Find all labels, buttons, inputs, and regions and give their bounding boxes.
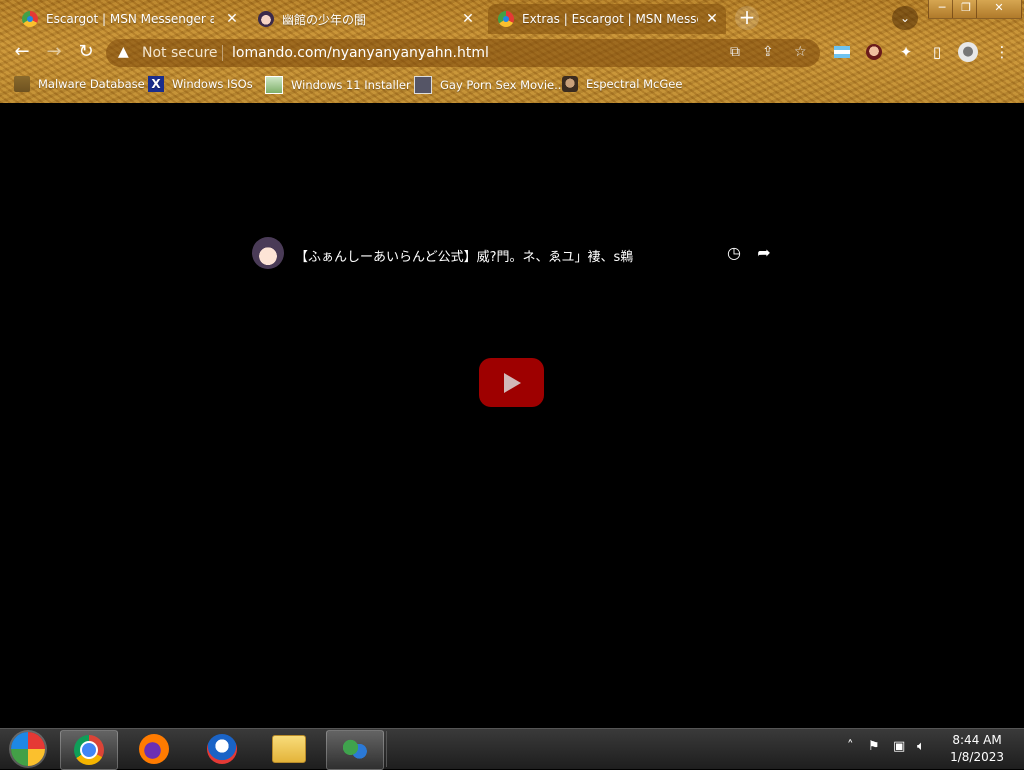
clock-date: 1/8/2023 [950, 750, 1004, 764]
clock-time: 8:44 AM [952, 733, 1002, 747]
start-button[interactable] [0, 730, 56, 768]
escargot-icon [498, 11, 514, 27]
anime-avatar-icon [258, 11, 274, 27]
page-content: 【ふぁんしーあいらんど公式】威?門。ネ、ゑユ」褄、s鵜 ◷ ➦ [0, 103, 1024, 728]
bookmark-label: Espectral McGee [586, 77, 683, 91]
bookmark-gay-porn-sex-movie[interactable]: Gay Porn Sex Movie... [414, 76, 565, 94]
image-icon [265, 76, 283, 94]
warning-icon[interactable]: ▲ [118, 44, 129, 60]
network-icon[interactable]: ▣ [893, 739, 905, 754]
bookmark-label: Windows 11 Installer [291, 78, 411, 92]
bookmark-label: Gay Porn Sex Movie... [440, 78, 566, 92]
play-button[interactable] [479, 358, 544, 407]
browser-chrome: Escargot | MSN Messenger and W ✕ 幽館の少年の闇… [0, 0, 1024, 103]
share-icon[interactable]: ➦ [754, 243, 774, 263]
menu-kebab-icon[interactable]: ⋮ [992, 42, 1012, 62]
avatar-icon [562, 76, 578, 92]
taskbar-divider [386, 731, 387, 767]
tab-title: Extras | Escargot | MSN Messen [522, 12, 698, 26]
taskbar-firefox[interactable] [126, 730, 182, 768]
tab-strip: Escargot | MSN Messenger and W ✕ 幽館の少年の闇… [0, 0, 1024, 34]
profile-icon[interactable]: ● [958, 42, 978, 62]
bookmark-star-icon[interactable]: ☆ [794, 44, 807, 60]
show-hidden-icons-chevron[interactable]: ˄ [847, 739, 854, 754]
new-tab-button[interactable]: + [735, 6, 759, 30]
msn-messenger-icon [340, 737, 370, 763]
watch-later-icon[interactable]: ◷ [724, 243, 744, 263]
file-explorer-icon [272, 735, 306, 763]
folder-icon [14, 76, 30, 92]
tab-close-icon[interactable]: ✕ [460, 11, 476, 27]
tab-anime[interactable]: 幽館の少年の闇 ✕ [250, 4, 482, 34]
back-button[interactable]: ← [10, 40, 34, 64]
floppy-icon [414, 76, 432, 94]
tab-search-chevron-icon[interactable]: ⌄ [892, 6, 918, 30]
volume-icon[interactable]: 🔈︎ [917, 739, 925, 754]
tab-escargot[interactable]: Escargot | MSN Messenger and W ✕ [14, 4, 246, 34]
channel-avatar[interactable] [252, 237, 284, 269]
tab-close-icon[interactable]: ✕ [704, 11, 720, 27]
taskbar-file-explorer[interactable] [261, 730, 317, 768]
share-icon[interactable]: ⇪ [762, 44, 774, 60]
bookmark-malware-database[interactable]: Malware Database [14, 76, 145, 92]
taskbar-chrome[interactable] [60, 730, 118, 770]
forward-button[interactable]: → [42, 40, 66, 64]
divider [222, 45, 223, 61]
side-panel-icon[interactable]: ▯ [927, 42, 947, 62]
obama-icon [207, 734, 237, 764]
chrome-icon [74, 735, 104, 765]
action-center-flag-icon[interactable]: ⚑ [868, 739, 880, 754]
x-icon: X [148, 76, 164, 92]
start-orb-icon [11, 732, 45, 766]
tab-extras[interactable]: Extras | Escargot | MSN Messen ✕ [488, 4, 726, 34]
bookmark-espectral-mcgee[interactable]: Espectral McGee [562, 76, 682, 92]
tab-title: Escargot | MSN Messenger and W [46, 12, 214, 26]
tab-title: 幽館の少年の闇 [282, 12, 367, 27]
reload-button[interactable]: ↻ [74, 40, 98, 64]
bookmark-windows-isos[interactable]: X Windows ISOs [148, 76, 253, 92]
flag-extension-icon[interactable] [832, 42, 852, 62]
address-bar[interactable]: ▲ Not secure lomando.com/nyanyanyanyahn.… [106, 39, 820, 67]
url-text[interactable]: lomando.com/nyanyanyanyahn.html [232, 45, 489, 61]
bookmark-label: Malware Database [38, 77, 145, 91]
taskbar-msn-messenger[interactable] [326, 730, 384, 770]
security-label[interactable]: Not secure [142, 45, 218, 61]
bookmark-label: Windows ISOs [172, 77, 253, 91]
escargot-icon [22, 11, 38, 27]
avatar-extension-icon[interactable] [864, 42, 884, 62]
system-clock[interactable]: 8:44 AM 1/8/2023 [950, 732, 1004, 766]
bookmarks-bar: Malware Database X Windows ISOs Windows … [0, 72, 1024, 98]
taskbar: ˄ ⚑ ▣ 🔈︎ 8:44 AM 1/8/2023 [0, 728, 1024, 770]
video-title[interactable]: 【ふぁんしーあいらんど公式】威?門。ネ、ゑユ」褄、s鵜 [295, 246, 633, 265]
translate-icon[interactable]: ⧉ [730, 44, 740, 60]
tab-close-icon[interactable]: ✕ [224, 11, 240, 27]
close-button[interactable]: ✕ [976, 0, 1022, 19]
taskbar-obama[interactable] [194, 730, 250, 768]
bookmark-windows-11-installer[interactable]: Windows 11 Installer [265, 76, 411, 94]
firefox-icon [139, 734, 169, 764]
extensions-puzzle-icon[interactable]: ✦ [896, 42, 916, 62]
